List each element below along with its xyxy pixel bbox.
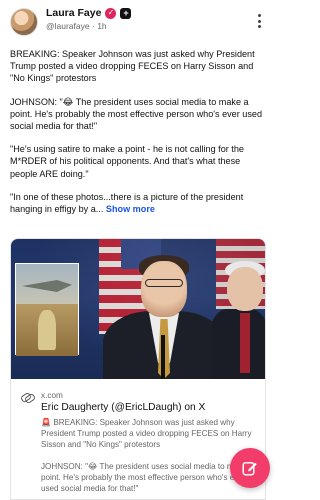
speaker-glasses: [145, 279, 183, 287]
dot: [257, 25, 261, 28]
bystander-suit: [211, 309, 265, 379]
author-meta: @laurafaye · 1h: [46, 20, 131, 31]
bystander-tie: [240, 313, 250, 373]
microphone: [161, 335, 165, 379]
link-description-paragraph: 🚨 BREAKING: Speaker Johnson was just ask…: [41, 418, 252, 450]
link-card-text: x.com Eric Daugherty (@EricLDaugh) on X …: [41, 391, 257, 494]
post-paragraph: JOHNSON: "😂 The president uses social me…: [10, 96, 263, 132]
author-name-row: Laura Faye ✓ +: [46, 7, 132, 20]
link-preview-image[interactable]: [11, 239, 265, 379]
avatar[interactable]: [10, 8, 38, 36]
post-body: BREAKING: Speaker Johnson was just asked…: [10, 48, 266, 226]
post-paragraph: "He's using satire to make a point - he …: [10, 144, 244, 179]
verified-badge-icon: ✓: [105, 8, 117, 20]
speaker-head: [141, 261, 187, 317]
author-name[interactable]: Laura Faye: [46, 7, 101, 20]
bystander-head: [227, 267, 263, 311]
meta-separator: ·: [91, 20, 95, 31]
post-header: Laura Faye ✓ + @laurafaye · 1h: [10, 7, 266, 42]
link-preview-card[interactable]: x.com Eric Daugherty (@EricLDaugh) on X …: [10, 238, 266, 500]
dot: [257, 14, 261, 17]
link-card-body: x.com Eric Daugherty (@EricLDaugh) on X …: [11, 379, 265, 499]
post-paragraph-last: "In one of these photos...there is a pic…: [10, 191, 266, 215]
compose-button[interactable]: [230, 448, 270, 488]
post-time: 1h: [97, 20, 107, 31]
post-paragraph: BREAKING: Speaker Johnson was just asked…: [10, 49, 255, 84]
link-title[interactable]: Eric Daugherty (@EricLDaugh) on X: [41, 402, 257, 414]
link-domain: x.com: [41, 391, 63, 400]
inset-figure: [38, 310, 56, 350]
plus-badge-icon: +: [120, 8, 132, 20]
vertical-ellipsis-icon[interactable]: [254, 14, 264, 28]
inset-photo: [15, 263, 79, 356]
dot: [257, 19, 261, 23]
compose-pencil-icon: [242, 462, 257, 476]
link-description: 🚨 BREAKING: Speaker Johnson was just ask…: [41, 417, 257, 494]
link-icon: [21, 391, 33, 403]
author-handle[interactable]: @laurafaye: [46, 21, 90, 31]
show-more-link[interactable]: Show more: [106, 204, 155, 214]
link-description-paragraph: JOHNSON: "😂 The president uses social me…: [41, 461, 254, 494]
author-info: Laura Faye ✓ + @laurafaye · 1h: [46, 7, 132, 31]
